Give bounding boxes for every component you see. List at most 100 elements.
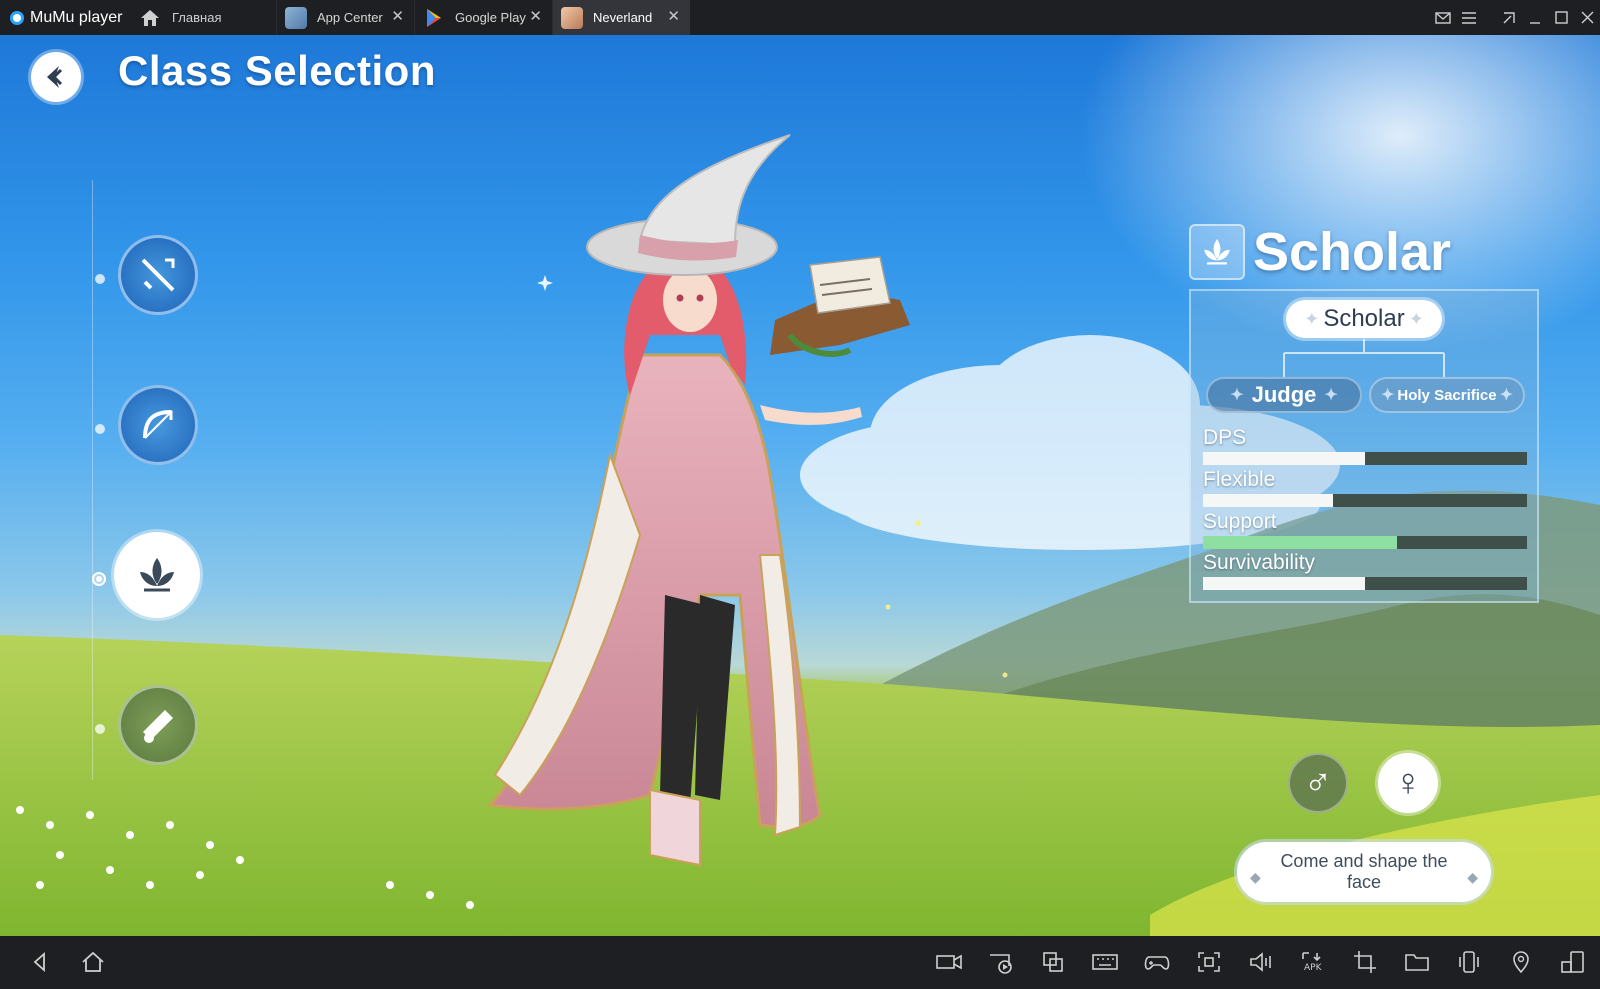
diamond-icon: ✦ [1499, 387, 1514, 404]
class-header: Scholar [1189, 221, 1451, 283]
crop-icon[interactable] [1348, 946, 1382, 978]
gender-female-button[interactable]: ♀ [1378, 753, 1438, 813]
stat-fill [1203, 536, 1398, 549]
class-tree-lines [1283, 339, 1445, 377]
stat-fill [1203, 577, 1365, 590]
neverland-app-icon [561, 6, 583, 29]
keyboard-icon[interactable] [1088, 946, 1122, 978]
brand: MuMu player [0, 0, 140, 35]
brand-name: MuMu player [30, 8, 123, 26]
back-arrow-icon [47, 66, 63, 88]
tab-home[interactable]: Главная [140, 0, 276, 35]
class-button-gunner[interactable] [118, 685, 198, 765]
male-icon: ♂ [1303, 761, 1333, 804]
separator [1482, 0, 1496, 35]
mail-icon[interactable] [1430, 0, 1456, 35]
lotus-icon [140, 558, 174, 592]
gender-male-button[interactable]: ♂ [1288, 753, 1348, 813]
shake-icon[interactable] [1452, 946, 1486, 978]
tab-google-play-label: Google Play [455, 10, 526, 25]
stat-label: Flexible [1203, 468, 1276, 491]
customize-face-button[interactable]: ◆ Come and shape the face ◆ [1237, 842, 1491, 902]
rotate-icon[interactable] [1556, 946, 1590, 978]
window-controls [1430, 0, 1600, 35]
stat-survivability: Survivability [1203, 551, 1527, 590]
class-button-warrior[interactable] [118, 235, 198, 315]
screenshot-icon[interactable] [1192, 946, 1226, 978]
multi-window-icon[interactable] [1036, 946, 1070, 978]
class-button-archer[interactable] [118, 385, 198, 465]
svg-text:APK: APK [1304, 963, 1323, 973]
cannon-icon [143, 710, 173, 743]
app-center-icon [285, 6, 307, 29]
close-icon[interactable]: ✕ [667, 9, 680, 25]
rail-dot-scholar [92, 572, 106, 586]
sword-icon [141, 258, 175, 292]
game-viewport[interactable]: Class Selection Scholar ✦ Scholar ✦ ✦ Ju… [0, 35, 1600, 936]
stat-label: DPS [1203, 426, 1247, 449]
volume-icon[interactable] [1244, 946, 1278, 978]
stat-fill [1203, 452, 1365, 465]
rail-dot-warrior [95, 274, 105, 284]
gamepad-icon[interactable] [1140, 946, 1174, 978]
tab-neverland-label: Neverland [593, 10, 653, 25]
class-branch-holy-sacrifice[interactable]: ✦ Holy Sacrifice ✦ [1369, 377, 1525, 413]
back-icon[interactable] [24, 946, 56, 978]
stat-bar [1203, 536, 1527, 549]
tab-home-label: Главная [172, 10, 222, 25]
stat-bar [1203, 577, 1527, 590]
page-title: Class Selection [118, 47, 436, 94]
class-info-panel: ✦ Scholar ✦ ✦ Judge ✦ ✦ Holy Sacrifice ✦… [1189, 289, 1539, 603]
stat-bar [1203, 494, 1527, 507]
diamond-icon: ◆ [1467, 869, 1478, 885]
stat-support: Support [1203, 510, 1527, 549]
menu-icon[interactable] [1456, 0, 1482, 35]
tab-google-play[interactable]: Google Play ✕ [414, 0, 552, 35]
mumu-logo-icon [10, 10, 24, 25]
class-branch-holy-sacrifice-label: Holy Sacrifice [1397, 386, 1497, 404]
female-icon: ♀ [1393, 761, 1423, 804]
class-branch-judge[interactable]: ✦ Judge ✦ [1206, 377, 1362, 413]
tab-neverland[interactable]: Neverland ✕ [552, 0, 690, 35]
class-button-scholar[interactable] [114, 532, 200, 618]
emulator-toolbar: APK [0, 936, 1600, 989]
google-play-icon [427, 8, 441, 27]
pin-icon[interactable] [1496, 0, 1522, 35]
location-icon[interactable] [1504, 946, 1538, 978]
stat-fill [1203, 494, 1333, 507]
screen-cast-icon[interactable] [984, 946, 1018, 978]
maximize-icon[interactable] [1548, 0, 1574, 35]
stat-bar [1203, 452, 1527, 465]
class-rail [92, 180, 93, 780]
rail-dot-archer [95, 424, 105, 434]
folder-icon[interactable] [1400, 946, 1434, 978]
diamond-icon: ✦ [1304, 308, 1320, 329]
lotus-icon [1189, 224, 1245, 280]
class-branch-judge-label: Judge [1251, 382, 1317, 407]
stat-flexible: Flexible [1203, 468, 1527, 507]
customize-face-label: Come and shape the face [1280, 851, 1448, 892]
class-tree-root[interactable]: ✦ Scholar ✦ [1286, 300, 1442, 338]
diamond-icon: ✦ [1324, 387, 1338, 404]
rail-dot-gunner [95, 724, 105, 734]
diamond-icon: ✦ [1408, 308, 1424, 329]
record-icon[interactable] [932, 946, 966, 978]
back-button[interactable] [31, 52, 81, 102]
stat-label: Support [1203, 510, 1277, 533]
bow-icon [143, 410, 173, 439]
window-titlebar: MuMu player Главная App Center ✕ Google … [0, 0, 1600, 35]
home-icon[interactable] [77, 946, 109, 978]
home-icon [141, 9, 159, 26]
apk-icon[interactable]: APK [1296, 946, 1330, 978]
minimize-icon[interactable] [1522, 0, 1548, 35]
close-window-icon[interactable] [1574, 0, 1600, 35]
selected-class-name: Scholar [1253, 222, 1452, 282]
stat-label: Survivability [1203, 551, 1316, 574]
diamond-icon: ✦ [1380, 387, 1395, 404]
close-icon[interactable]: ✕ [529, 9, 542, 25]
diamond-icon: ◆ [1250, 869, 1261, 885]
close-icon[interactable]: ✕ [391, 9, 404, 25]
stat-dps: DPS [1203, 426, 1527, 465]
class-tree-root-label: Scholar [1323, 305, 1405, 332]
tab-app-center[interactable]: App Center ✕ [276, 0, 414, 35]
